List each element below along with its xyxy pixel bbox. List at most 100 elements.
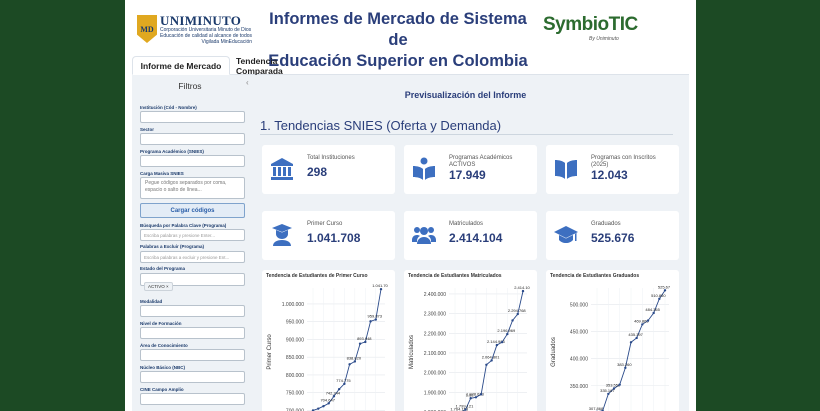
data-point <box>521 289 525 293</box>
y-tick-label: 950.000 <box>286 320 304 326</box>
data-point <box>635 336 638 340</box>
y-tick-label: 2.000.000 <box>424 371 446 377</box>
sector-select[interactable] <box>140 133 245 145</box>
data-point <box>348 363 351 366</box>
data-point <box>317 407 320 410</box>
card-value: 1.041.708 <box>307 231 361 245</box>
data-label: 525.67 <box>658 284 671 289</box>
series-line <box>312 289 382 411</box>
data-point <box>469 397 472 400</box>
data-point <box>327 402 330 405</box>
data-point <box>618 383 621 386</box>
data-label: 2.414.10 <box>514 285 530 290</box>
card-graduados: Graduados 525.676 <box>546 211 679 260</box>
y-tick-label: 350.000 <box>570 384 588 390</box>
data-point <box>516 312 519 316</box>
data-label: 838.820 <box>347 355 362 360</box>
y-axis-label: Graduados <box>551 337 557 367</box>
logo-left-name: UNIMINUTO <box>160 12 242 28</box>
data-point <box>353 360 357 363</box>
nbc-select[interactable] <box>140 371 245 383</box>
sector-label: Sector <box>140 127 155 132</box>
section-title: 1. Tendencias SNIES (Oferta y Demanda) <box>260 118 502 133</box>
data-label: 2.064.801 <box>482 354 501 359</box>
card-matriculados: Matriculados 2.414.104 <box>404 211 537 260</box>
logo-right-by: By Uniminuto <box>589 36 619 42</box>
chart-matriculados: Tendencia de Estudiantes Matriculados Ma… <box>404 270 537 411</box>
chevron-left-icon[interactable]: ‹ <box>246 78 249 87</box>
modalidad-label: Modalidad <box>140 299 163 304</box>
y-tick-label: 1.900.000 <box>424 390 446 396</box>
institucion-select[interactable] <box>140 111 245 123</box>
y-tick-label: 2.400.000 <box>424 292 446 298</box>
card-label: Graduados <box>591 221 621 227</box>
carga-masiva-textarea[interactable]: Pegue códigos separados por coma, espaci… <box>140 177 245 199</box>
data-label: 959.873 <box>368 314 383 319</box>
card-primer-curso: Primer Curso 1.041.708 <box>262 211 395 260</box>
chart-title: Tendencia de Estudiantes Matriculados <box>408 273 502 279</box>
data-point <box>500 340 504 344</box>
y-tick-label: 400.000 <box>570 357 588 363</box>
users-icon <box>412 227 436 244</box>
y-tick-label: 450.000 <box>570 329 588 335</box>
open-book-icon <box>555 160 577 179</box>
nivel-label: Nivel de Formación <box>140 321 182 326</box>
page-title-line1: Informes de Mercado de Sistema de <box>269 10 527 49</box>
y-tick-label: 850.000 <box>286 355 304 361</box>
card-total-instituciones: Total Instituciones 298 <box>262 145 395 194</box>
graduate-user-icon <box>272 224 292 246</box>
cargar-codigos-button[interactable]: Cargar códigos <box>140 203 245 218</box>
data-label: 774.775 <box>336 378 351 383</box>
chart-svg: Matriculados 2.400.000 2.300.000 2.200.000 2… <box>409 285 531 411</box>
y-tick-label: 750.000 <box>286 391 304 397</box>
tab-bar: Informe de Mercado Tendencia Comparada <box>132 56 689 76</box>
data-label: 742.244 <box>326 390 341 395</box>
busqueda-label: Búsqueda por Palabra Clave (Programa) <box>140 223 227 228</box>
cine-select[interactable] <box>140 393 245 405</box>
data-label: 383.260 <box>617 362 632 367</box>
data-point <box>641 323 644 326</box>
data-label: 893.948 <box>357 336 372 341</box>
data-label: 484.365 <box>645 307 660 312</box>
data-label: 704.647 <box>320 397 335 402</box>
logo-left-line3: Vigilada MinEducación <box>201 38 253 45</box>
programa-select[interactable] <box>140 155 245 167</box>
y-tick-label: 800.000 <box>286 373 304 379</box>
institucion-label: Institución (Cód - Nombre) <box>140 105 197 110</box>
data-point <box>495 343 499 347</box>
card-value: 17.949 <box>449 168 486 182</box>
modalidad-select[interactable] <box>140 305 245 317</box>
excluir-input[interactable]: Escriba palabras a excluir y presione En… <box>140 251 245 263</box>
card-label: Programas con Inscritos (2025) <box>591 155 656 168</box>
book-reader-icon <box>413 157 435 180</box>
chart-graduados: Tendencia de Estudiantes Graduados Gradu… <box>546 270 679 411</box>
filters-sidebar: Filtros ‹ Institución (Cód - Nombre) Sec… <box>137 75 252 411</box>
data-point <box>322 404 325 408</box>
preview-title: Previsualización del Informe <box>404 90 527 100</box>
estado-select[interactable]: ACTIVO × <box>140 273 245 291</box>
card-programas-inscritos: Programas con Inscritos (2025) 12.043 <box>546 145 679 194</box>
busqueda-input[interactable]: Escriba palabras y presione Enter... <box>140 229 245 241</box>
graduation-cap-icon <box>554 226 578 243</box>
symbiotic-logo: SymbioTIC By Uniminuto <box>543 14 678 44</box>
chart-title: Tendencia de Estudiantes Graduados <box>550 273 640 279</box>
tab-informe-de-mercado[interactable]: Informe de Mercado <box>132 56 230 75</box>
data-point <box>479 393 483 396</box>
header: MD UNIMINUTO Corporación Universitaria M… <box>125 0 696 70</box>
tab-tendencia-comparada[interactable]: Tendencia Comparada <box>236 56 326 76</box>
data-point <box>607 392 610 396</box>
card-value: 12.043 <box>591 168 628 182</box>
carga-masiva-label: Carga Masiva SNIES <box>140 171 184 176</box>
data-point <box>337 387 341 391</box>
card-label: Programas Académicos ACTIVOS <box>449 155 513 168</box>
y-tick-label: 2.300.000 <box>424 312 446 318</box>
card-value: 525.676 <box>591 231 635 245</box>
logo-right-name: SymbioTIC <box>543 14 638 35</box>
data-label: 2.294.768 <box>508 308 527 313</box>
area-select[interactable] <box>140 349 245 361</box>
uniminuto-shield-icon: MD <box>137 15 157 43</box>
y-axis-label: Matriculados <box>409 335 415 369</box>
nivel-select[interactable] <box>140 327 245 339</box>
estado-chip[interactable]: ACTIVO × <box>144 282 173 291</box>
y-axis-label: Primer Curso <box>267 334 273 370</box>
